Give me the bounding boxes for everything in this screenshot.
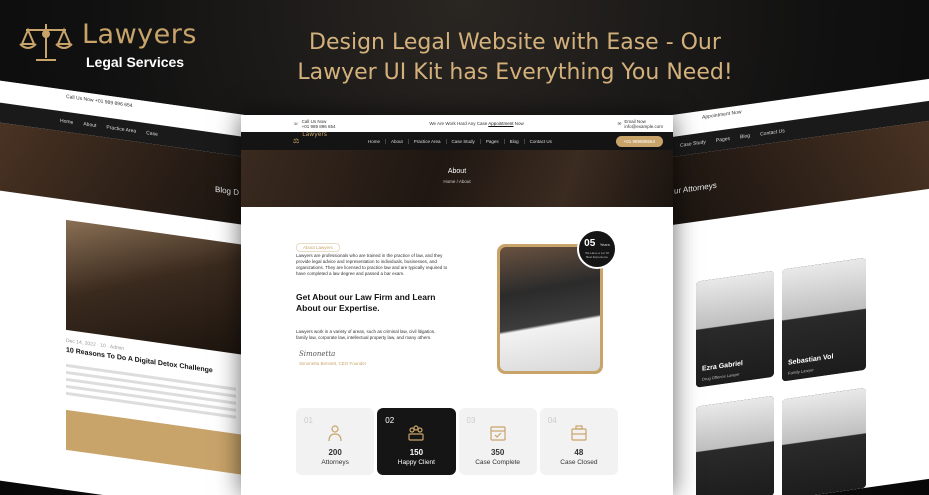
nav-item-about[interactable]: About: [83, 121, 96, 129]
nav-item-pages[interactable]: Pages: [716, 136, 730, 144]
stat-value: 150: [409, 448, 424, 457]
scales-icon: ⚖: [293, 138, 300, 145]
attorney-card[interactable]: Ezra Gabriel Drug Offence Lawyer: [696, 270, 774, 388]
nav-item-case-study[interactable]: Case Study: [447, 138, 481, 144]
brand-name: Lawyers: [82, 19, 197, 50]
stat-value: 48: [574, 448, 584, 457]
about-heading: Get About our Law Firm and Learn About o…: [296, 292, 436, 313]
attorneys-hero-title: ur Attorneys: [674, 180, 717, 196]
stat-index: 02: [385, 416, 395, 425]
stat-label: Case Closed: [560, 459, 598, 466]
attorney-photo: [696, 395, 774, 495]
years-unit: Years: [599, 242, 610, 247]
ceo-signature: Simonetta: [299, 350, 336, 358]
stat-label: Happy Client: [397, 459, 435, 466]
nav-menu: Home About Practice Area Case Study Page…: [363, 138, 616, 144]
appointment-link[interactable]: Appointment: [488, 121, 513, 126]
stat-label: Case Complete: [475, 459, 521, 466]
ceo-name: Simonetta Bennett, CEO Founder: [299, 361, 367, 366]
nav-item-contact[interactable]: Contact Us: [525, 139, 557, 144]
nav-item-home[interactable]: Home: [60, 118, 73, 126]
about-body: Lawyers work in a variety of areas, such…: [296, 329, 436, 340]
topbar-message: We Are Work Hard Any Case Appointment No…: [429, 121, 524, 126]
about-page-preview: ☏ Call Us Now +01 989 896 654 We Are Wor…: [241, 115, 673, 495]
phone-number: +01 989 896 654: [94, 97, 133, 110]
nav-item-home[interactable]: Home: [363, 138, 387, 144]
years-number: 05: [584, 238, 596, 249]
stat-index: 01: [304, 416, 313, 425]
brand-subtitle: Legal Services: [86, 54, 185, 70]
stat-card: 04 48 Case Closed: [539, 408, 618, 475]
brand-logo: Lawyers Legal Services: [18, 18, 197, 70]
briefcase-icon: [571, 425, 587, 441]
blog-hero-title: Blog D: [214, 184, 239, 198]
main-nav: ⚖ Lawyers Legal Services Home About Prac…: [241, 131, 673, 155]
section-tag: About Lawyers: [296, 243, 340, 252]
stat-card: 03 350 Case Complete: [458, 408, 537, 475]
attorney-icon: [328, 425, 342, 442]
calendar-icon: [490, 426, 506, 441]
nav-item-blog[interactable]: Blog: [505, 138, 525, 144]
clients-icon: [408, 425, 424, 441]
page-title: About: [447, 168, 467, 175]
stat-index: 03: [466, 416, 476, 425]
nav-logo-name: Lawyers: [302, 131, 328, 138]
stat-value: 350: [490, 448, 505, 457]
mail-icon: ✉: [617, 120, 622, 126]
attorney-photo: [782, 387, 866, 495]
hero-headline: Design Legal Website with Ease - Our Law…: [297, 30, 733, 85]
attorney-card[interactable]: [696, 395, 774, 495]
blog-page-preview: Call Us Now +01 989 896 654 Home About P…: [0, 80, 245, 495]
stat-card: 02 150 Happy Client: [377, 408, 456, 475]
gavel-photo: [66, 219, 245, 356]
stat-index: 04: [547, 416, 557, 425]
call-cta-button[interactable]: +01 989898654: [615, 135, 663, 147]
stat-label: Attorneys: [321, 459, 349, 466]
about-intro: Lawyers are professionals who are traine…: [296, 253, 448, 276]
years-caption: We Have a Lot Of Best Experience: [585, 251, 609, 259]
scales-of-justice-icon: [19, 24, 73, 61]
experience-badge: 05 Years We Have a Lot Of Best Experienc…: [577, 229, 617, 269]
nav-item-case-study[interactable]: Case Study: [680, 139, 706, 149]
email-address[interactable]: info@example.com: [624, 124, 663, 129]
nav-item-contact[interactable]: Contact Us: [760, 128, 785, 137]
stat-card: 01 200 Attorneys: [296, 408, 375, 475]
attorneys-page-preview: Appointment Now Case Study Pages Blog Co…: [672, 78, 929, 495]
call-label: Call Us Now: [66, 93, 94, 104]
stats-row: 01 200 Attorneys 02 150 Happy Client 03 …: [296, 408, 618, 475]
nav-item-practice-area[interactable]: Practice Area: [106, 125, 136, 135]
nav-item-practice-area[interactable]: Practice Area: [409, 138, 447, 144]
attorney-card[interactable]: [782, 387, 866, 495]
breadcrumb[interactable]: Home / About: [241, 179, 673, 184]
nav-item-case[interactable]: Case: [146, 130, 158, 138]
nav-item-about[interactable]: About: [386, 138, 409, 144]
nav-item-pages[interactable]: Pages: [481, 138, 505, 144]
appointment-text: Appointment Now: [702, 109, 742, 121]
nav-item-blog[interactable]: Blog: [740, 133, 750, 140]
page-hero: About Home / About: [241, 150, 673, 207]
attorney-card[interactable]: Sebastian Vol Family Lawyer: [782, 257, 866, 382]
stat-value: 200: [328, 448, 342, 457]
email-block: ✉ Email Now info@example.com: [618, 119, 663, 129]
